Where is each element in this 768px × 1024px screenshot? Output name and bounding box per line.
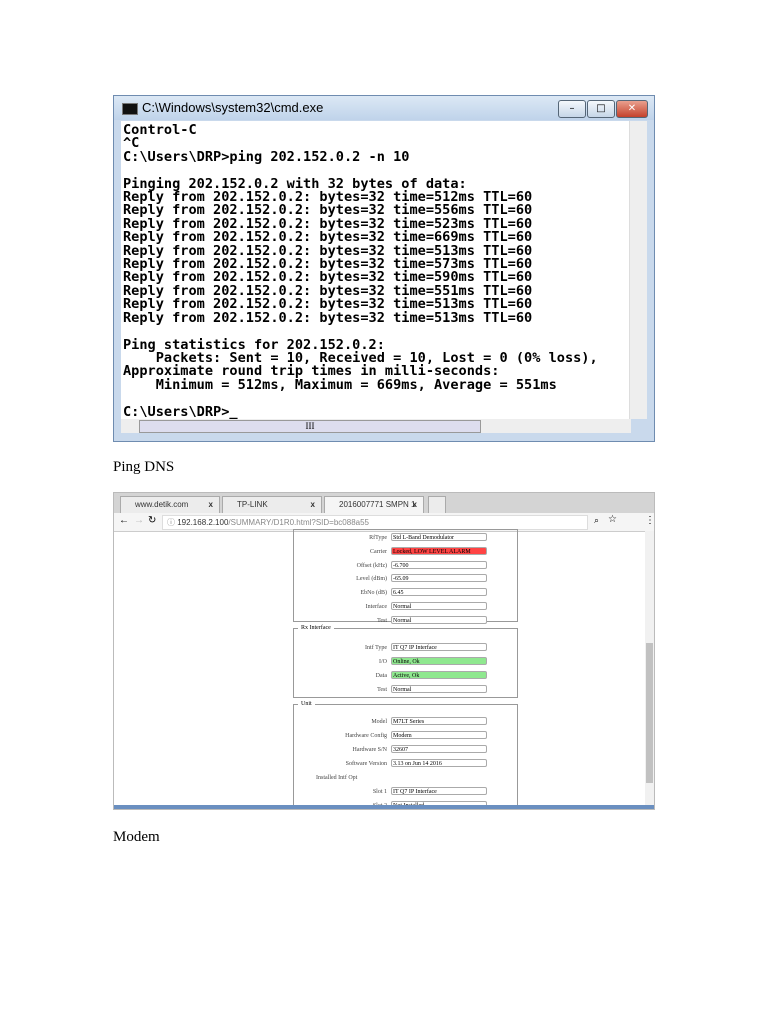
field-value: Modem [391, 731, 487, 739]
caption-modem: Modem [113, 829, 160, 845]
form-row: Installed Intf Opt [294, 773, 517, 782]
form-row: I/O Online, Ok [294, 657, 517, 666]
field-value: Std L-Band Demodulator [391, 533, 487, 541]
field-label: Intf Type [365, 645, 387, 651]
browser-window: www.detik.com x TP-LINK x 2016007771 SMPN … [113, 492, 655, 810]
form-row: Intf Type IT Q7 IP Interface [294, 643, 517, 652]
scroll-thumb[interactable] [646, 643, 653, 783]
cmd-title-bar: C:\Windows\system32\cmd.exe – □ ✕ [114, 96, 654, 120]
rx-interface-title: Rx Interface [298, 625, 334, 631]
field-value: Normal [391, 615, 487, 624]
vertical-scrollbar[interactable] [629, 121, 647, 419]
console-line: Reply from 202.152.0.2: bytes=32 time=51… [123, 309, 533, 326]
close-tab-icon[interactable]: x [209, 497, 213, 513]
form-row: Data Active, Ok [294, 671, 517, 680]
field-label: I/O [379, 659, 387, 665]
field-label: EbNo (dB) [360, 590, 388, 597]
field-label: RfType [369, 535, 387, 541]
taskbar [114, 805, 654, 809]
field-label: Carrier [370, 548, 387, 555]
close-button[interactable]: ✕ [616, 100, 648, 118]
maximize-button[interactable]: □ [587, 100, 615, 118]
rx-status-panel: RfType Std L-Band Demodulator Carrier Locke… [293, 529, 518, 625]
field-value: Normal [391, 685, 487, 693]
cmd-icon [122, 103, 138, 115]
horizontal-scrollbar[interactable]: III [121, 419, 631, 433]
field-label: Hardware S/N [352, 747, 388, 753]
form-row: Hardware Config Modem [294, 731, 517, 740]
form-row: Software Version 3.13 on Jun 14 2016 [294, 759, 517, 768]
tab-label: www.detik.com [135, 500, 189, 509]
field-label: Interface [365, 604, 387, 610]
console-line: C:\Users\DRP>ping 202.152.0.2 -n 10 [123, 148, 410, 165]
field-label: Test [377, 687, 387, 693]
field-value: Locked, LOW LEVEL ALARM [391, 546, 487, 555]
field-value: Active, Ok [391, 671, 487, 679]
field-value: Normal [391, 602, 487, 610]
close-tab-icon[interactable]: x [413, 497, 417, 513]
caption-ping-dns: Ping DNS [113, 459, 175, 475]
tab-modem[interactable]: 2016007771 SMPN 1 SIx [324, 496, 424, 525]
field-label: Installed Intf Opt [316, 775, 358, 781]
field-label: Data [375, 673, 387, 679]
field-value: -65.09 [391, 574, 487, 583]
field-value: M7LT Series [391, 717, 487, 725]
forward-icon[interactable]: → [134, 515, 144, 526]
console-text: Control-C ^C C:\Users\DRP>ping 202.152.0… [121, 121, 629, 419]
unit-title: Unit [298, 701, 315, 707]
back-icon[interactable]: ← [119, 515, 129, 526]
reload-icon[interactable]: ↻ [148, 515, 156, 526]
field-label: Slot 1 [372, 789, 387, 795]
page-content: RfType Std L-Band Demodulator Carrier Locke… [114, 529, 654, 809]
tab-detik[interactable]: www.detik.com x [120, 496, 220, 513]
minimize-button[interactable]: – [558, 100, 586, 118]
form-row: Test Normal [294, 615, 517, 625]
field-label: Model [371, 719, 387, 725]
page-scrollbar[interactable] [645, 531, 654, 805]
console-line: C:\Users\DRP>_ [123, 403, 238, 419]
new-tab-button[interactable] [428, 496, 446, 513]
console-output: Control-C ^C C:\Users\DRP>ping 202.152.0… [121, 121, 629, 419]
form-row: Slot 1 IT Q7 IP Interface [294, 787, 517, 796]
rx-interface-panel: Rx Interface Intf Type IT Q7 IP Interface I… [293, 625, 518, 698]
field-label: Hardware Config [345, 733, 387, 739]
zoom-icon[interactable]: ⌕ [594, 515, 599, 526]
url-host: 192.168.2.100 [177, 518, 229, 527]
form-row: RfType Std L-Band Demodulator [294, 533, 517, 542]
document-page: C:\Windows\system32\cmd.exe – □ ✕ Contro… [0, 0, 768, 1024]
tab-tplink[interactable]: TP-LINK x [222, 496, 322, 513]
field-value: -6.700 [391, 560, 487, 569]
unit-panel: Unit Model M7LT Series Hardware Config Modem… [293, 701, 518, 809]
console-line: Minimum = 512ms, Maximum = 669ms, Averag… [123, 376, 557, 393]
tab-label: TP-LINK [237, 500, 268, 509]
field-label: Software Version [345, 761, 387, 767]
form-row: EbNo (dB) 6.45 [294, 588, 517, 597]
cmd-title: C:\Windows\system32\cmd.exe [142, 100, 324, 115]
form-row: Hardware S/N 32607 [294, 745, 517, 754]
form-row: Test Normal [294, 685, 517, 694]
field-value: 3.13 on Jun 14 2016 [391, 759, 487, 767]
field-label: Offset (kHz) [356, 562, 387, 569]
field-value: 6.45 [391, 588, 487, 597]
tab-bar: www.detik.com x TP-LINK x 2016007771 SMPN … [114, 493, 654, 525]
form-row: Interface Normal [294, 602, 517, 611]
menu-icon[interactable]: ⋮ [645, 515, 654, 526]
url-path: /SUMMARY/D1R0.html?SID=bc088a55 [228, 518, 369, 527]
form-row: Offset (kHz) -6.700 [294, 560, 517, 570]
field-value: 32607 [391, 745, 487, 753]
close-tab-icon[interactable]: x [311, 497, 315, 513]
cmd-window: C:\Windows\system32\cmd.exe – □ ✕ Contro… [113, 95, 655, 442]
field-value: IT Q7 IP Interface [391, 643, 487, 651]
field-value: Online, Ok [391, 657, 487, 665]
form-row: Model M7LT Series [294, 717, 517, 726]
url-input[interactable]: ⓘ 192.168.2.100/SUMMARY/D1R0.html?SID=bc… [162, 515, 588, 530]
field-label: Level (dBm) [356, 576, 387, 583]
field-value: IT Q7 IP Interface [391, 787, 487, 795]
form-row: Level (dBm) -65.09 [294, 574, 517, 583]
field-label: Test [377, 617, 387, 624]
scroll-thumb[interactable]: III [139, 420, 481, 433]
star-icon[interactable]: ☆ [608, 514, 617, 525]
form-row: Carrier Locked, LOW LEVEL ALARM [294, 546, 517, 556]
